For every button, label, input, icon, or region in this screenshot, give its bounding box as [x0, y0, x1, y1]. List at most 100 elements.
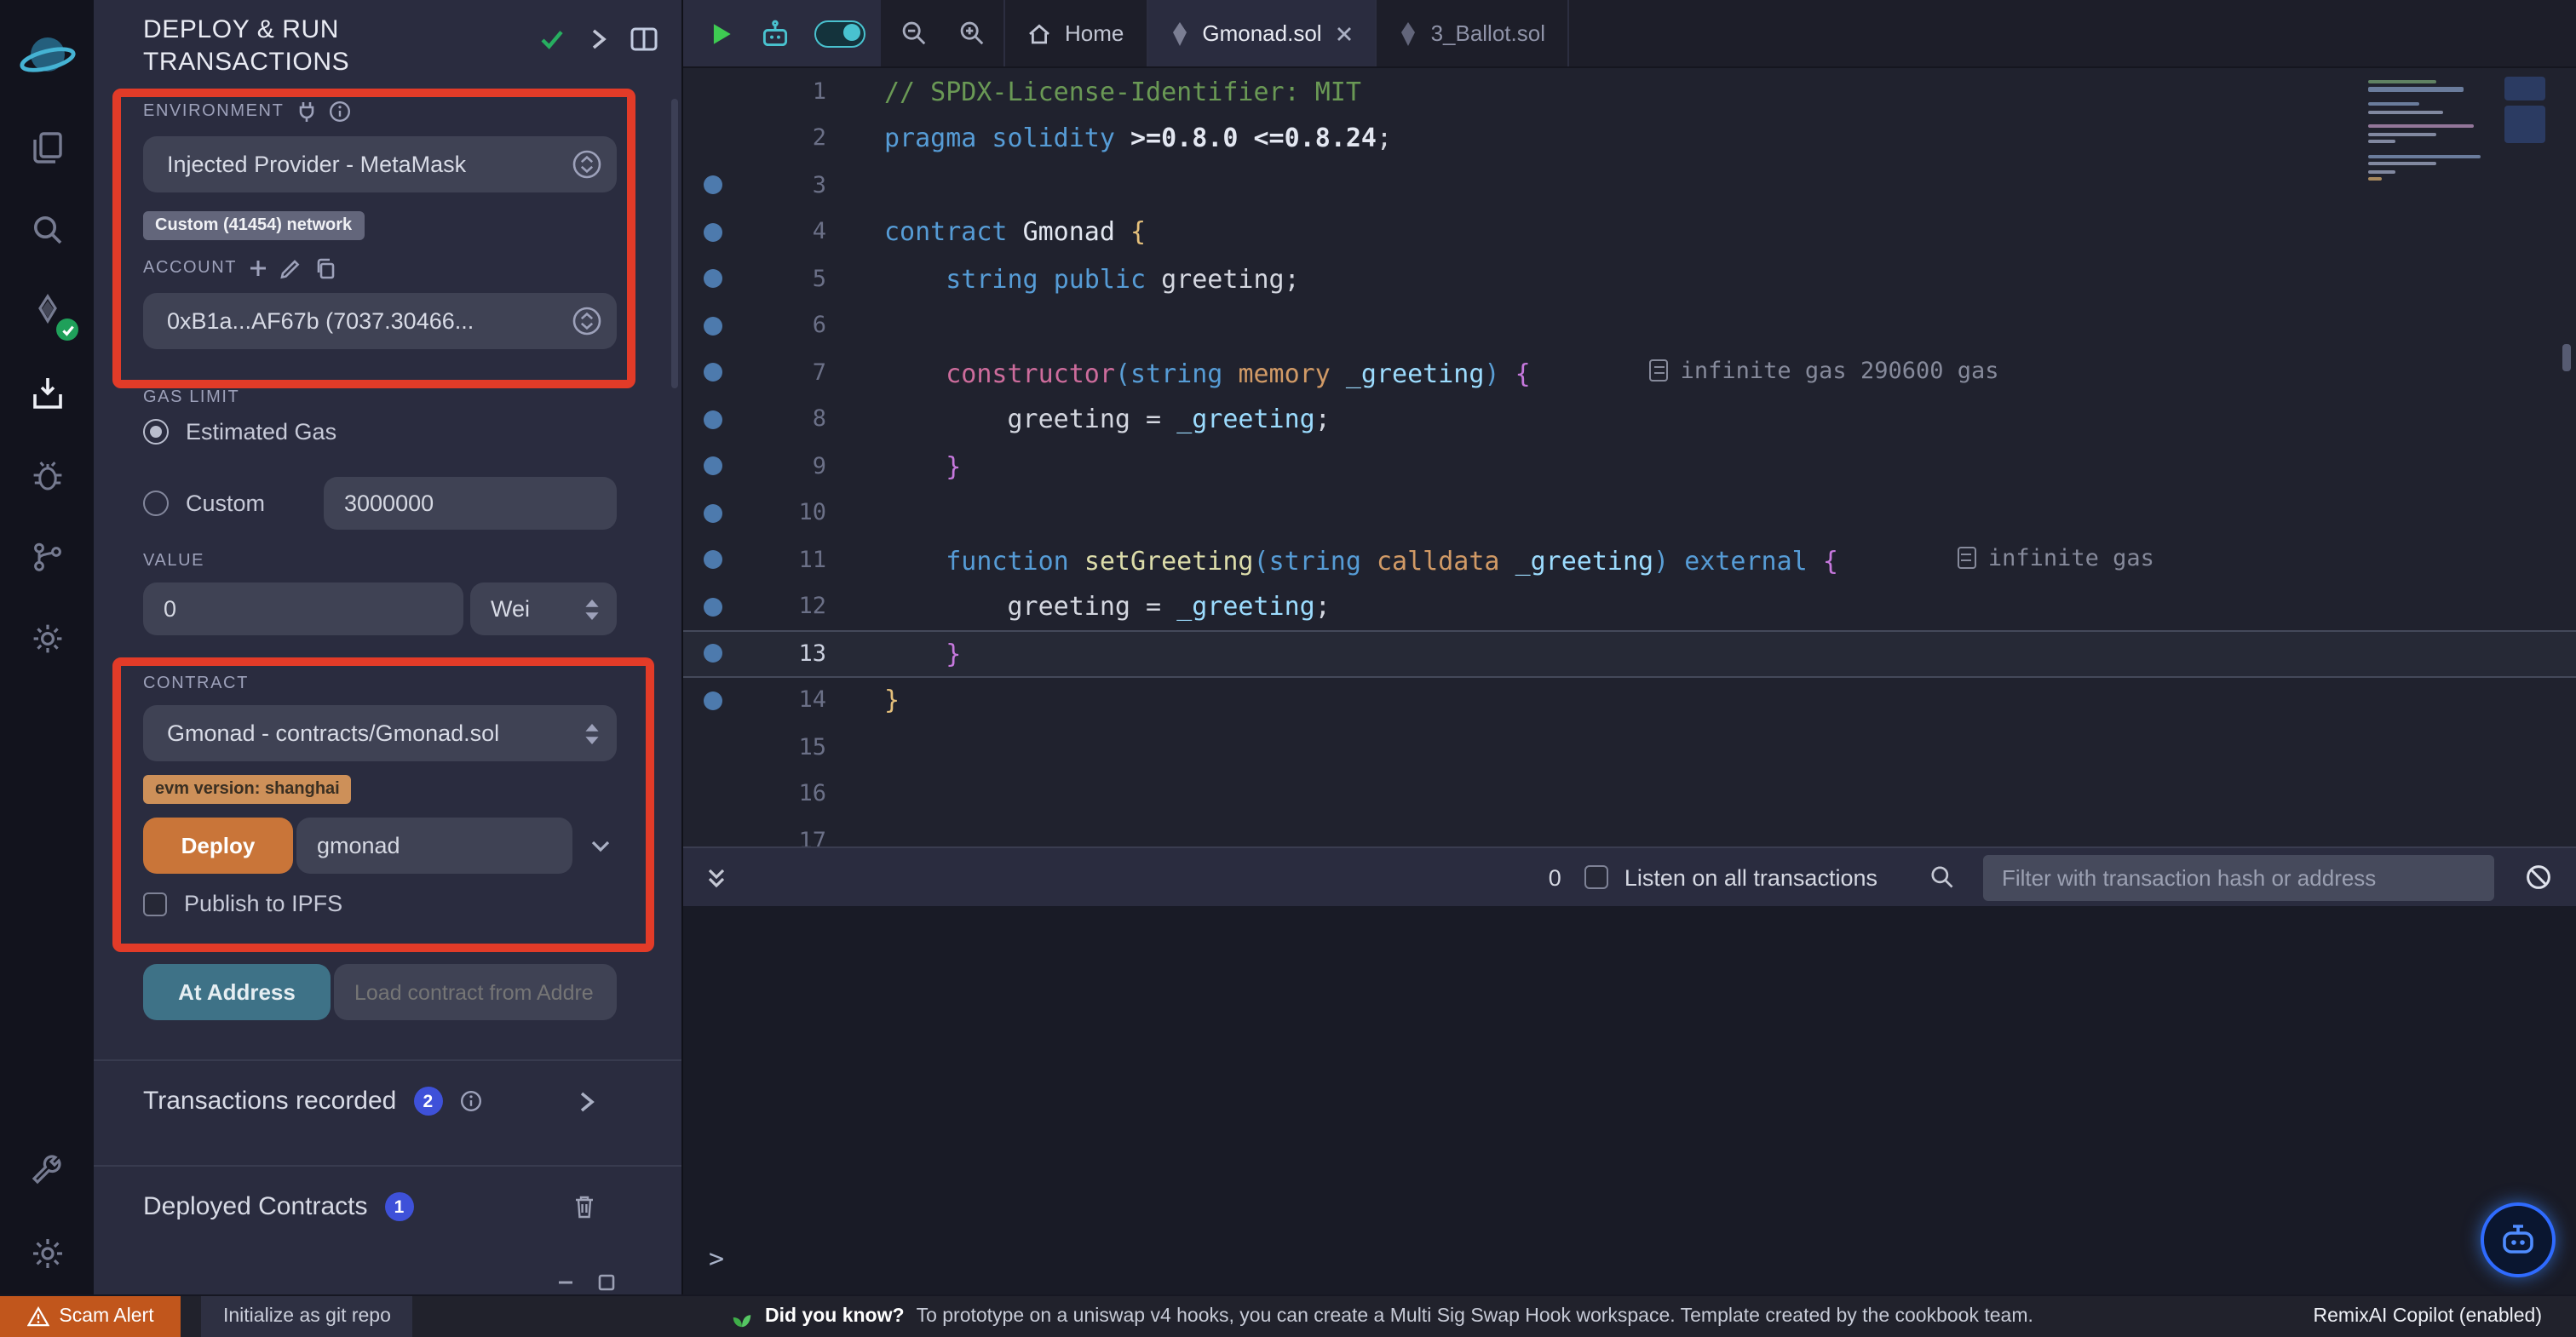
stepper-icon[interactable] — [572, 307, 601, 336]
at-address-button[interactable]: At Address — [143, 964, 331, 1020]
info-icon[interactable] — [328, 100, 350, 123]
gutter-marker-icon[interactable] — [683, 645, 741, 663]
panel-scrollbar[interactable] — [671, 99, 678, 388]
tip-title: Did you know? — [765, 1306, 905, 1327]
custom-gas-input[interactable] — [324, 477, 617, 530]
plugins-icon[interactable] — [0, 598, 94, 680]
remix-logo-icon[interactable] — [0, 9, 94, 107]
settings-icon[interactable] — [0, 1213, 94, 1294]
plugin-manager-icon[interactable] — [0, 1131, 94, 1213]
editor-scrollbar[interactable] — [2562, 344, 2571, 371]
deploy-arg-input[interactable] — [296, 818, 572, 874]
code-line[interactable]: 3 — [683, 162, 2576, 209]
listen-checkbox[interactable] — [1585, 865, 1609, 889]
copilot-status[interactable]: RemixAI Copilot (enabled) — [2314, 1296, 2542, 1337]
gutter-marker-icon[interactable] — [683, 364, 741, 382]
check-icon[interactable] — [538, 26, 566, 53]
chevron-right-icon[interactable] — [576, 1089, 596, 1113]
gutter-marker-icon[interactable] — [683, 410, 741, 429]
value-input[interactable] — [143, 582, 463, 635]
code-line[interactable]: 17 — [683, 818, 2576, 846]
plug-icon[interactable] — [296, 100, 316, 123]
gutter-marker-icon[interactable] — [683, 504, 741, 523]
code-line[interactable]: 1// SPDX-License-Identifier: MIT — [683, 68, 2576, 115]
publish-ipfs-checkbox[interactable] — [143, 892, 167, 915]
deploy-button[interactable]: Deploy — [143, 818, 293, 874]
gutter-marker-icon[interactable] — [683, 223, 741, 242]
code-line[interactable]: 9 } — [683, 443, 2576, 490]
expand-terminal-icon[interactable] — [704, 864, 729, 890]
zoom-out-icon[interactable] — [899, 19, 928, 48]
code-line[interactable]: 4contract Gmonad { — [683, 209, 2576, 255]
at-address-input[interactable] — [334, 964, 617, 1020]
search-icon[interactable] — [1929, 864, 1956, 891]
plus-icon[interactable] — [249, 259, 267, 278]
code-line[interactable]: 11 function setGreeting(string calldata … — [683, 537, 2576, 583]
code-line[interactable]: 10 — [683, 490, 2576, 537]
code-line[interactable]: 12 greeting = _greeting; — [683, 583, 2576, 630]
git-icon[interactable] — [0, 516, 94, 598]
tab-gmonad[interactable]: Gmonad.sol — [1147, 0, 1376, 66]
file-explorer-icon[interactable] — [0, 107, 94, 189]
custom-gas-radio[interactable] — [143, 491, 169, 516]
edit-icon[interactable] — [279, 257, 302, 279]
copy-icon[interactable] — [313, 257, 336, 279]
code-line[interactable]: 6 — [683, 302, 2576, 349]
close-icon[interactable] — [1336, 25, 1353, 42]
filter-input[interactable] — [1983, 854, 2494, 900]
copilot-status-label: RemixAI Copilot (enabled) — [2314, 1306, 2542, 1327]
ai-robot-icon[interactable] — [758, 18, 792, 49]
split-panel-icon[interactable] — [630, 27, 658, 51]
code-line[interactable]: 14} — [683, 677, 2576, 724]
code-editor[interactable]: 1// SPDX-License-Identifier: MIT2pragma … — [683, 68, 2576, 846]
tab-home[interactable]: Home — [1003, 0, 1147, 66]
gutter-marker-icon[interactable] — [683, 270, 741, 289]
code-line[interactable]: 13 } — [683, 630, 2576, 677]
estimated-gas-radio[interactable] — [143, 419, 169, 445]
scam-alert[interactable]: Scam Alert — [0, 1296, 181, 1337]
deployed-contracts-row[interactable]: Deployed Contracts 1 — [143, 1192, 596, 1221]
debugger-icon[interactable] — [0, 434, 94, 516]
minimap[interactable] — [2368, 77, 2545, 196]
contract-select[interactable]: Gmonad - contracts/Gmonad.sol — [143, 705, 617, 761]
code-line[interactable]: 7 constructor(string memory _greeting) {… — [683, 349, 2576, 396]
stepper-icon[interactable] — [572, 150, 601, 179]
solidity-compiler-icon[interactable] — [0, 271, 94, 353]
account-select[interactable]: 0xB1a...AF67b (7037.30466... — [143, 293, 617, 349]
tab-ballot[interactable]: 3_Ballot.sol — [1377, 0, 1569, 66]
line-number: 1 — [741, 78, 826, 106]
gutter-marker-icon[interactable] — [683, 598, 741, 617]
code-text: } — [884, 639, 961, 669]
info-icon[interactable] — [459, 1090, 481, 1112]
clear-console-icon[interactable] — [2525, 864, 2552, 891]
trash-icon[interactable] — [572, 1194, 596, 1219]
run-script-icon[interactable] — [705, 18, 736, 49]
chevron-down-icon[interactable] — [589, 835, 612, 857]
zoom-in-icon[interactable] — [957, 19, 986, 48]
transactions-recorded-row[interactable]: Transactions recorded 2 — [143, 1087, 596, 1116]
code-line[interactable]: 8 greeting = _greeting; — [683, 396, 2576, 443]
terminal[interactable]: > — [683, 906, 2576, 1294]
minimap-decoration — [2504, 77, 2545, 143]
deployed-contract-item[interactable] — [143, 1272, 617, 1293]
chevron-right-icon[interactable] — [588, 27, 608, 51]
minus-icon[interactable] — [555, 1272, 576, 1293]
copilot-button[interactable] — [2481, 1202, 2556, 1277]
copilot-toggle[interactable] — [814, 20, 865, 47]
code-line[interactable]: 5 string public greeting; — [683, 255, 2576, 302]
deploy-run-icon[interactable] — [0, 353, 94, 434]
value-unit-select[interactable]: Wei — [470, 582, 617, 635]
code-line[interactable]: 2pragma solidity >=0.8.0 <=0.8.24; — [683, 115, 2576, 162]
gutter-marker-icon[interactable] — [683, 317, 741, 336]
gutter-marker-icon[interactable] — [683, 551, 741, 570]
code-line[interactable]: 15 — [683, 724, 2576, 771]
git-init-button[interactable]: Initialize as git repo — [201, 1296, 413, 1337]
line-number: 3 — [741, 172, 826, 199]
search-icon[interactable] — [0, 189, 94, 271]
environment-select[interactable]: Injected Provider - MetaMask — [143, 136, 617, 192]
gutter-marker-icon[interactable] — [683, 457, 741, 476]
copy-icon[interactable] — [596, 1272, 617, 1293]
gutter-marker-icon[interactable] — [683, 691, 741, 710]
code-line[interactable]: 16 — [683, 771, 2576, 818]
gutter-marker-icon[interactable] — [683, 176, 741, 195]
